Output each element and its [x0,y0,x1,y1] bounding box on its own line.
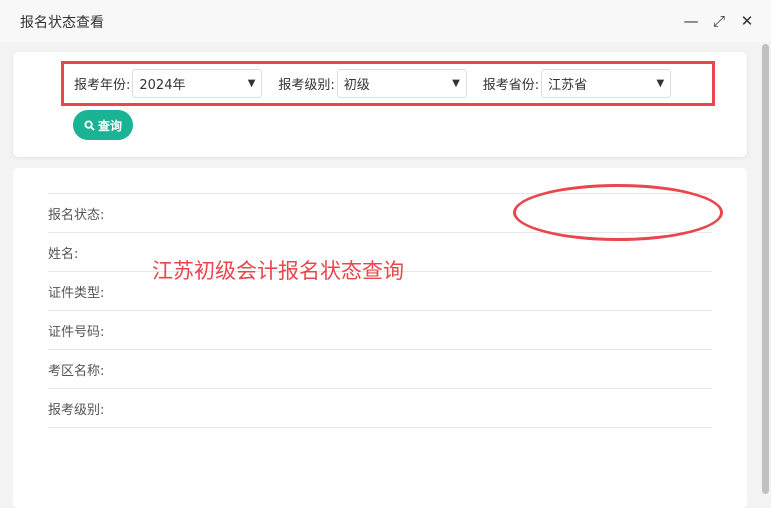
level-value: 初级 [343,78,370,93]
scrollbar-thumb[interactable] [762,44,769,494]
overlay-title: 江苏初级会计报名状态查询 [152,259,404,283]
year-value: 2024年 [139,78,186,93]
year-label: 报考年份: [74,78,131,93]
title-bar: 报名状态查看 — ⤢ ✕ [0,0,771,42]
query-label: 查询 [97,118,122,133]
annotation-ellipse [513,184,723,241]
minimize-icon[interactable]: — [683,12,699,30]
level-select[interactable]: 初级 ▼ [336,69,467,98]
province-value: 江苏省 [548,78,588,93]
dropdown-arrow-icon: ▼ [452,78,460,89]
close-icon[interactable]: ✕ [739,12,755,30]
province-label: 报考省份: [482,78,540,93]
level-label: 报考级别: [278,78,335,93]
maximize-icon[interactable]: ⤢ [711,12,727,30]
field-exam-area: 考区名称: [48,350,712,389]
dropdown-arrow-icon: ▼ [656,78,665,89]
window-title: 报名状态查看 [20,15,104,31]
year-select[interactable]: 2024年 ▼ [132,69,263,98]
field-id-number: 证件号码: [48,311,712,350]
query-button[interactable]: 查询 [73,110,133,140]
dropdown-arrow-icon: ▼ [247,78,256,89]
search-icon [84,119,95,131]
filter-bar: 报考年份: 2024年 ▼ 报考级别: 初级 ▼ 报考省份: 江苏省 ▼ [61,61,715,106]
province-select[interactable]: 江苏省 ▼ [541,69,672,98]
field-exam-level: 报考级别: [48,389,712,428]
